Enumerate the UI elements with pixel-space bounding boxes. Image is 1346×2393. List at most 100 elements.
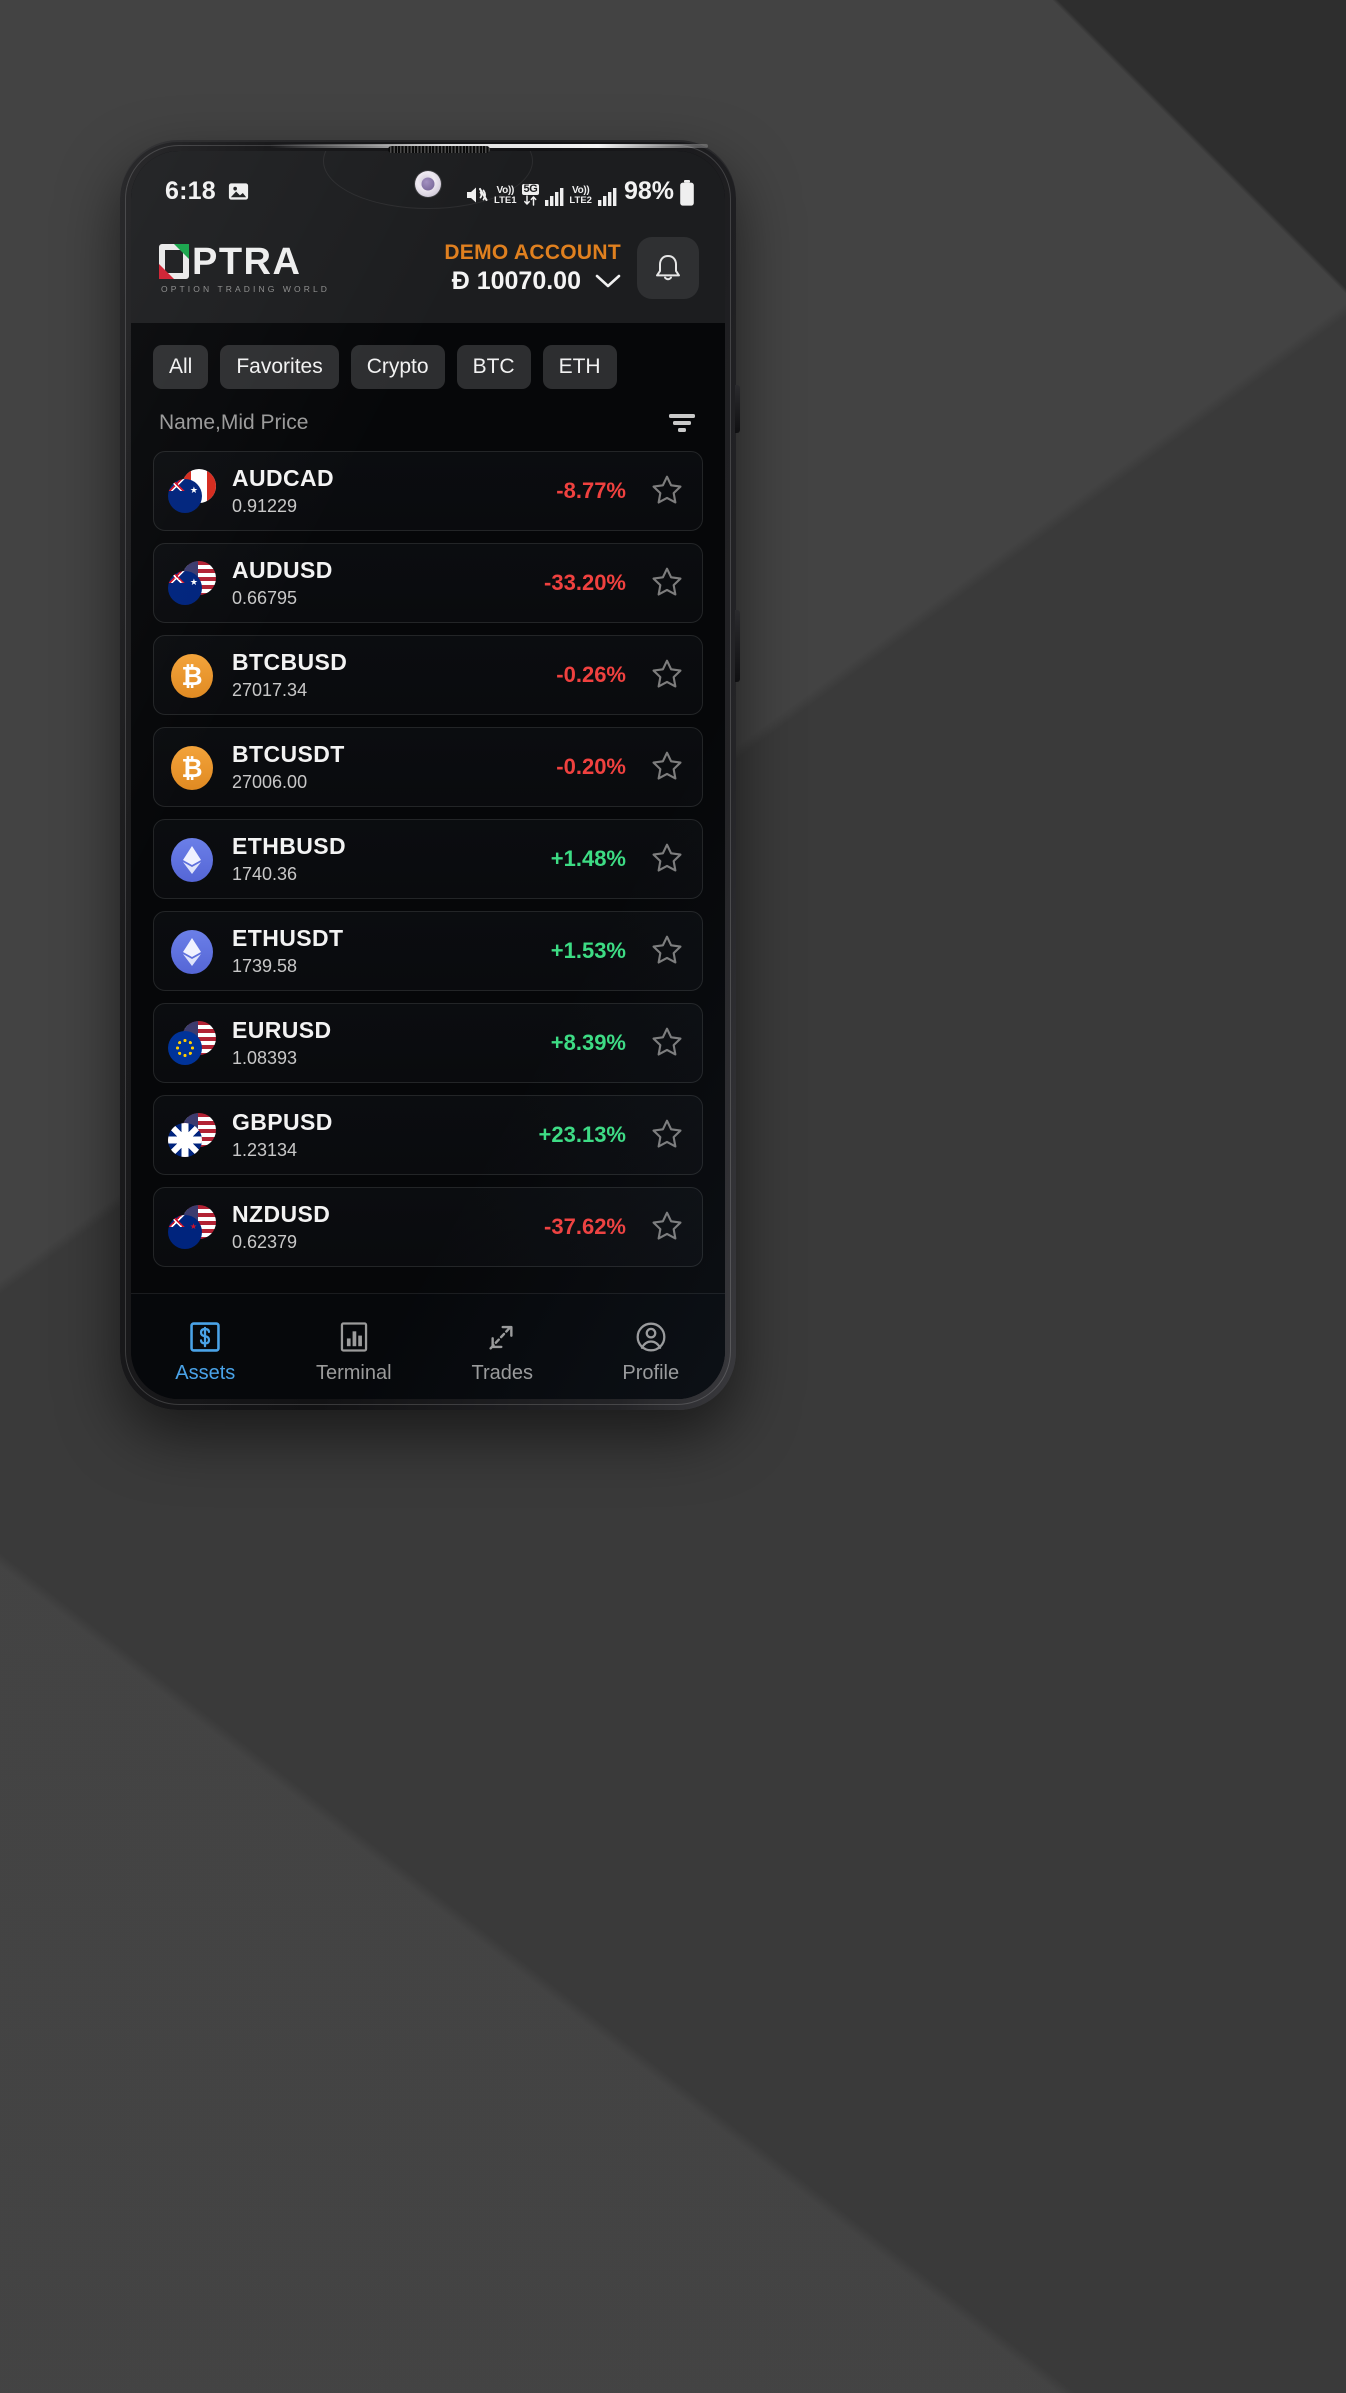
asset-change: +23.13% — [538, 1122, 626, 1147]
chip-crypto[interactable]: Crypto — [350, 345, 445, 389]
asset-meta: NZDUSD 0.62379 — [232, 1201, 330, 1253]
chip-btc[interactable]: BTC — [456, 345, 531, 389]
asset-change: -8.77% — [556, 478, 626, 503]
asset-meta: EURUSD 1.08393 — [232, 1017, 332, 1069]
flag-pair-aud-usd-icon — [168, 559, 216, 607]
table-row[interactable]: ETHUSDT 1739.58 +1.53% — [153, 911, 703, 991]
asset-change: -33.20% — [544, 570, 626, 595]
tab-profile[interactable]: Profile — [577, 1320, 726, 1385]
bitcoin-icon: ₿ — [168, 743, 216, 791]
bitcoin-glyph: ₿ — [171, 746, 213, 790]
tab-trades[interactable]: Trades — [428, 1320, 577, 1385]
favorite-toggle-button[interactable] — [650, 1025, 684, 1062]
account-balance: Đ 10070.00 — [451, 266, 581, 295]
filter-icon[interactable] — [667, 411, 697, 435]
volte2-indicator: Vo)) LTE2 — [569, 186, 592, 206]
account-texts[interactable]: DEMO ACCOUNT Đ 10070.00 — [444, 241, 621, 296]
ethereum-glyph — [171, 930, 213, 974]
tab-profile-label: Profile — [622, 1362, 680, 1384]
favorite-toggle-button[interactable] — [650, 1117, 684, 1154]
phone-device: 6:18 Vo)) LTE1 5G Vo)) LTE2 98% PTRA OPT… — [120, 140, 740, 1410]
asset-price: 0.91229 — [232, 496, 298, 516]
asset-price: 1.08393 — [232, 1048, 298, 1068]
asset-meta: BTCUSDT 27006.00 — [232, 741, 345, 793]
chip-all[interactable]: All — [153, 345, 209, 389]
signal-bars-sim2-icon — [597, 187, 617, 206]
favorite-toggle-button[interactable] — [650, 657, 684, 694]
app-header: PTRA OPTION TRADING WORLD DEMO ACCOUNT Đ… — [131, 217, 725, 323]
ethereum-glyph — [171, 838, 213, 882]
app-logo: PTRA OPTION TRADING WORLD — [159, 243, 330, 294]
tab-terminal[interactable]: Terminal — [280, 1320, 429, 1385]
favorite-toggle-button[interactable] — [650, 841, 684, 878]
favorite-toggle-button[interactable] — [650, 473, 684, 510]
volte2-bottom-label: LTE2 — [569, 195, 592, 206]
star-outline-icon — [652, 751, 682, 780]
favorite-toggle-button[interactable] — [650, 749, 684, 786]
favorite-toggle-button[interactable] — [650, 565, 684, 602]
favorite-toggle-button[interactable] — [650, 1209, 684, 1246]
table-row[interactable]: EURUSD 1.08393 +8.39% — [153, 1003, 703, 1083]
network-5g-label: 5G — [521, 182, 540, 195]
table-row[interactable]: ETHBUSD 1740.36 +1.48% — [153, 819, 703, 899]
asset-meta: AUDCAD 0.91229 — [232, 465, 334, 517]
device-power-button[interactable] — [735, 610, 740, 682]
star-outline-icon — [652, 475, 682, 504]
logo-wordmark: PTRA — [192, 240, 302, 283]
star-outline-icon — [652, 935, 682, 964]
account-balance-row[interactable]: Đ 10070.00 — [452, 267, 621, 296]
person-circle-icon — [636, 1322, 666, 1352]
account-type-label: DEMO ACCOUNT — [444, 240, 621, 264]
table-row[interactable]: AUDUSD 0.66795 -33.20% — [153, 543, 703, 623]
asset-symbol: BTCBUSD — [232, 649, 348, 675]
bar-chart-icon — [340, 1322, 367, 1352]
data-updown-arrows-icon — [524, 194, 537, 206]
asset-meta: GBPUSD 1.23134 — [232, 1109, 333, 1161]
asset-symbol: NZDUSD — [232, 1201, 331, 1227]
assets-screen-body: All Favorites Crypto BTC ETH Name,Mid Pr… — [131, 323, 725, 1293]
chevron-down-icon[interactable] — [595, 273, 621, 289]
table-row[interactable]: AUDCAD 0.91229 -8.77% — [153, 451, 703, 531]
asset-symbol: ETHUSDT — [232, 925, 344, 951]
tab-terminal-label: Terminal — [315, 1362, 392, 1384]
chip-eth[interactable]: ETH — [542, 345, 617, 389]
logo-tagline: OPTION TRADING WORLD — [161, 283, 331, 294]
asset-change: +8.39% — [550, 1030, 626, 1055]
front-camera — [415, 171, 441, 197]
star-outline-icon — [652, 1027, 682, 1056]
table-row[interactable]: NZDUSD 0.62379 -37.62% — [153, 1187, 703, 1267]
asset-change: -0.20% — [556, 754, 626, 779]
asset-meta: ETHBUSD 1740.36 — [232, 833, 346, 885]
chip-favorites[interactable]: Favorites — [220, 345, 339, 389]
asset-price: 27006.00 — [232, 772, 308, 792]
notifications-button[interactable] — [637, 237, 699, 299]
star-outline-icon — [652, 1211, 682, 1240]
tab-assets[interactable]: Assets — [131, 1320, 280, 1385]
bell-icon — [656, 255, 680, 281]
asset-price: 1739.58 — [232, 956, 298, 976]
battery-percent-label: 98% — [623, 176, 674, 205]
asset-symbol: GBPUSD — [232, 1109, 333, 1135]
network-5g-indicator: 5G — [521, 182, 540, 206]
status-bar-left: 6:18 — [165, 177, 250, 206]
phone-screen: 6:18 Vo)) LTE1 5G Vo)) LTE2 98% PTRA OPT… — [131, 151, 725, 1399]
table-row[interactable]: GBPUSD 1.23134 +23.13% — [153, 1095, 703, 1175]
asset-change: +1.53% — [550, 938, 626, 963]
battery-icon — [680, 179, 694, 206]
image-icon — [228, 182, 248, 200]
star-outline-icon — [652, 1119, 682, 1148]
asset-change: -37.62% — [544, 1214, 626, 1239]
table-row[interactable]: ₿ BTCBUSD 27017.34 -0.26% — [153, 635, 703, 715]
table-row[interactable]: ₿ BTCUSDT 27006.00 -0.20% — [153, 727, 703, 807]
ethereum-icon — [168, 927, 216, 975]
device-volume-button[interactable] — [735, 385, 740, 433]
signal-bars-sim1-icon — [545, 187, 564, 206]
bottom-navigation: Assets Terminal Trades Profile — [131, 1293, 725, 1399]
flag-pair-gbp-usd-icon — [168, 1111, 216, 1159]
asset-price: 27017.34 — [232, 680, 308, 700]
favorite-toggle-button[interactable] — [650, 933, 684, 970]
bitcoin-glyph: ₿ — [171, 654, 213, 698]
logo-row: PTRA — [159, 243, 330, 281]
sort-label: Name,Mid Price — [159, 411, 309, 434]
flag-pair-nzd-usd-icon — [168, 1203, 216, 1251]
